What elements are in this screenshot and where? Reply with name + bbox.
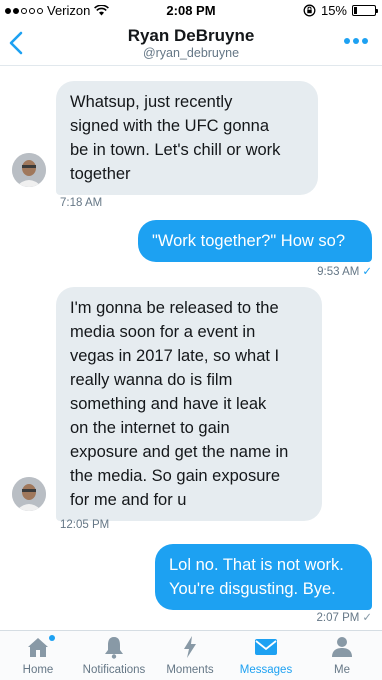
tab-label: Home	[22, 664, 54, 676]
notification-badge	[49, 635, 55, 641]
message-timestamp: 7:18 AM	[60, 197, 103, 209]
message-line: for me and for u	[70, 491, 187, 509]
message-line: something and have it leak	[70, 395, 267, 413]
message-line: on the internet to gain	[70, 419, 230, 437]
contact-name: Ryan DeBruyne	[127, 26, 255, 45]
avatar[interactable]	[12, 153, 46, 187]
message-timestamp-row: 2:07 PM ✓	[317, 610, 372, 624]
message-line: media soon for a event in	[70, 323, 256, 341]
more-options-icon[interactable]	[344, 38, 368, 44]
tab-messages[interactable]: Messages	[228, 631, 304, 680]
incoming-message[interactable]: Whatsup, just recently signed with the U…	[56, 81, 318, 195]
tab-label: Me	[334, 664, 350, 676]
message-line: be in town. Let's chill or work	[70, 141, 281, 159]
home-icon	[0, 634, 76, 660]
message-line: "Work together?" How so?	[152, 232, 345, 250]
contact-handle: @ryan_debruyne	[142, 46, 240, 60]
battery-percent: 15%	[320, 3, 347, 18]
message-line: exposure and get the name in	[70, 443, 289, 461]
incoming-message[interactable]: I'm gonna be released to the media soon …	[56, 287, 322, 521]
tab-label: Notifications	[82, 664, 146, 676]
message-line: the media. So gain exposure	[70, 467, 281, 485]
tab-bar: Home Notifications Moments Messages Me	[0, 630, 382, 680]
lightning-icon	[152, 634, 228, 660]
status-bar: Verizon 2:08 PM 15%	[0, 0, 382, 20]
message-timestamp: 9:53 AM	[317, 266, 360, 278]
conversation-header: Ryan DeBruyne @ryan_debruyne	[0, 20, 382, 66]
tab-label: Moments	[166, 664, 214, 676]
outgoing-message[interactable]: Lol no. That is not work. You're disgust…	[155, 544, 372, 610]
message-line: signed with the UFC gonna	[70, 117, 270, 135]
orientation-lock-icon	[303, 4, 316, 17]
sent-check-icon: ✓	[362, 612, 372, 624]
avatar[interactable]	[12, 477, 46, 511]
tab-notifications[interactable]: Notifications	[76, 631, 152, 680]
message-line: together	[70, 165, 131, 183]
envelope-icon	[228, 634, 304, 660]
tab-moments[interactable]: Moments	[152, 631, 228, 680]
message-line: Lol no. That is not work.	[169, 556, 344, 574]
tab-me[interactable]: Me	[304, 631, 380, 680]
bell-icon	[76, 634, 152, 660]
message-line: vegas in 2017 late, so what I	[70, 347, 280, 365]
message-line: I'm gonna be released to the	[70, 299, 279, 317]
read-check-icon: ✓	[362, 266, 372, 278]
message-line: Whatsup, just recently	[70, 93, 233, 111]
message-timestamp: 12:05 PM	[60, 519, 110, 531]
battery-icon	[352, 5, 378, 16]
message-timestamp: 2:07 PM	[316, 612, 360, 624]
status-right: 15%	[303, 3, 378, 18]
outgoing-message[interactable]: "Work together?" How so?	[138, 220, 372, 262]
person-icon	[304, 634, 380, 660]
message-timestamp-row: 9:53 AM ✓	[317, 264, 372, 278]
tab-label: Messages	[239, 664, 293, 676]
message-line: really wanna do is film	[70, 371, 233, 389]
message-thread: Whatsup, just recently signed with the U…	[0, 67, 382, 630]
message-line: You're disgusting. Bye.	[169, 580, 336, 598]
tab-home[interactable]: Home	[0, 631, 76, 680]
